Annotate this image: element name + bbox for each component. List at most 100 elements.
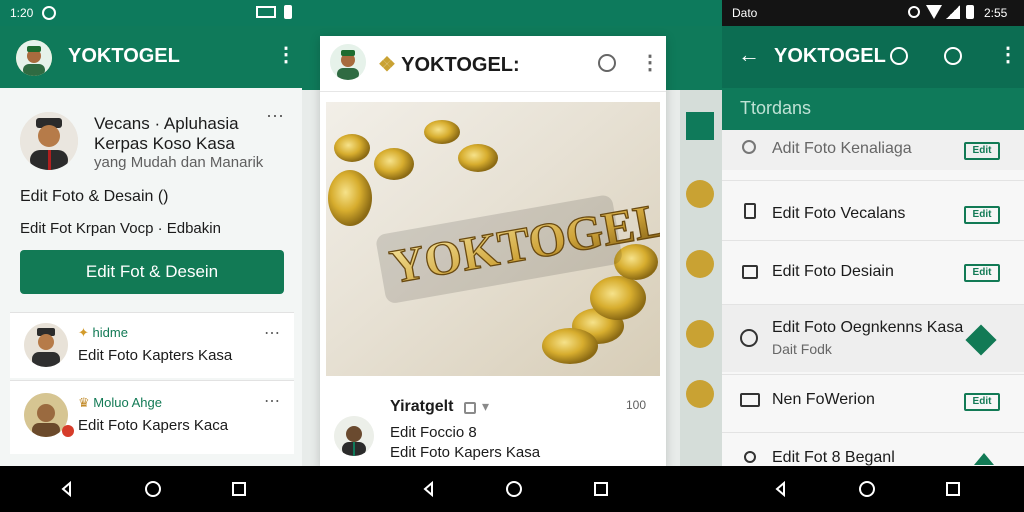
bookmark-icon <box>744 203 756 219</box>
post-count: 100 <box>626 398 647 412</box>
tag-icon[interactable] <box>965 324 997 356</box>
post-line1: Edit Foccio 8 <box>390 424 477 441</box>
sim-icon <box>284 5 292 19</box>
recents-nav-icon[interactable] <box>230 480 248 498</box>
row-label: Edit Foto Oegnkenns Kasa <box>772 319 964 336</box>
search-icon[interactable] <box>598 54 616 72</box>
edit-badge[interactable]: Edit <box>964 206 1000 224</box>
middle-screen: ❖ YOKTOGEL: ⋮ YOKTOGEL Yiratgelt ▾ 100 E… <box>302 26 722 466</box>
edit-badge[interactable]: Edit <box>964 264 1000 282</box>
signal-icon <box>946 5 960 19</box>
more-vert-icon[interactable]: ⋮ <box>998 42 1018 67</box>
verified-icon <box>464 402 476 414</box>
alarm-icon <box>908 6 920 18</box>
settings-icon <box>42 6 56 20</box>
back-nav-icon[interactable] <box>772 480 790 498</box>
back-nav-icon[interactable] <box>420 480 438 498</box>
left-screen: YOKTOGEL ⋮ Vecans · Apluhasia Kerpas Kos… <box>0 26 302 466</box>
coin-icon <box>686 250 714 278</box>
back-nav-icon[interactable] <box>58 480 76 498</box>
list-row[interactable]: Edit Fot 8 Beganl <box>722 432 1024 466</box>
chat-icon[interactable] <box>890 47 908 65</box>
status-label-right: Dato <box>732 6 758 20</box>
side-thumb <box>686 112 714 140</box>
right-app-title: YOKTOGEL <box>774 45 886 67</box>
status-dot <box>62 425 74 437</box>
chat-bubble-icon <box>740 329 758 347</box>
row-label: Edit Foto Desiain <box>772 263 894 280</box>
profile-subtitle: yang Mudah dan Manarik <box>94 154 264 171</box>
list-item-name: ✦ hidme <box>78 325 128 340</box>
post-author-avatar[interactable] <box>334 416 374 456</box>
edit-badge[interactable]: Edit <box>964 142 1000 160</box>
primary-edit-button[interactable]: Edit Fot & Desein <box>20 250 284 294</box>
profile-name-line1: Vecans · Apluhasia <box>94 114 239 133</box>
card-header: ❖ YOKTOGEL: ⋮ <box>320 36 666 92</box>
crown-icon: ♛ <box>78 395 90 410</box>
middle-app-title: ❖ YOKTOGEL: <box>378 54 520 76</box>
logo-mark-icon: ❖ <box>378 54 396 76</box>
row-label: Adit Foto Kenaliaga <box>772 140 912 157</box>
list-row[interactable]: Edit Foto Vecalans Edit <box>722 180 1024 238</box>
back-arrow-icon[interactable]: ← <box>738 42 760 68</box>
gallery-icon <box>740 393 760 407</box>
coin-icon <box>686 320 714 348</box>
list-item[interactable]: ✦ hidme Edit Foto Kapters Kasa ⋯ <box>10 312 294 378</box>
bell-icon <box>744 451 756 463</box>
battery-icon <box>256 6 276 18</box>
list-row[interactable]: Edit Foto Oegnkenns Kasa Dait Fodk <box>722 304 1024 372</box>
star-icon: ✦ <box>78 325 89 340</box>
post-line2: Edit Foto Kapers Kasa <box>390 444 541 461</box>
info-line2: Edit Fot Krpan Vocp · Edbakin <box>20 220 221 237</box>
info-line1: Edit Foto & Desain () <box>20 188 169 205</box>
wifi-icon <box>926 5 942 19</box>
system-nav-bar <box>0 466 1024 512</box>
app-bar: YOKTOGEL ⋮ <box>0 26 302 88</box>
battery-icon <box>966 5 974 19</box>
coin-icon <box>686 180 714 208</box>
home-nav-icon[interactable] <box>858 480 876 498</box>
list-row[interactable]: Adit Foto Kenaliaga Edit <box>722 130 1024 170</box>
profile-more-icon[interactable]: ⋯ <box>266 106 284 127</box>
feed-card: ❖ YOKTOGEL: ⋮ YOKTOGEL Yiratgelt ▾ 100 E… <box>320 36 666 466</box>
list-item-name: ♛ Moluo Ahge <box>78 395 162 410</box>
image-icon <box>742 265 758 279</box>
coin-icon <box>686 380 714 408</box>
row-label: Edit Fot 8 Beganl <box>772 449 895 466</box>
search-icon[interactable] <box>944 47 962 65</box>
hero-illustration: YOKTOGEL <box>328 120 660 364</box>
chevron-up-icon[interactable] <box>974 453 994 465</box>
list-more-icon[interactable]: ⋯ <box>264 323 280 343</box>
list-item-desc: Edit Foto Kapters Kasa <box>78 347 233 364</box>
post-author: Yiratgelt <box>390 398 454 415</box>
profile-avatar[interactable] <box>20 112 78 170</box>
home-nav-icon[interactable] <box>144 480 162 498</box>
list-row[interactable]: Edit Foto Desiain Edit <box>722 240 1024 302</box>
right-screen: ← YOKTOGEL ⋮ Ttordans Adit Foto Kenaliag… <box>722 26 1024 466</box>
row-sublabel: Dait Fodk <box>772 341 832 357</box>
edit-badge[interactable]: Edit <box>964 393 1000 411</box>
recents-nav-icon[interactable] <box>944 480 962 498</box>
status-time-right: 2:55 <box>984 6 1008 20</box>
list-avatar <box>24 323 68 367</box>
middle-side-panel <box>680 90 722 466</box>
list-item[interactable]: ♛ Moluo Ahge Edit Foto Kapers Kaca ⋯ <box>10 380 294 454</box>
profile-name-line2: Kerpas Koso Kasa <box>94 134 235 153</box>
list-more-icon[interactable]: ⋯ <box>264 391 280 411</box>
more-vert-icon[interactable]: ⋮ <box>640 50 660 75</box>
screenshot-frame: 1:20 Dato 2:55 YOKTOGEL ⋮ Vecans · Apluh… <box>0 0 1024 512</box>
app-logo-avatar[interactable] <box>16 40 52 76</box>
more-vert-icon[interactable]: ⋮ <box>276 42 296 67</box>
right-app-bar: ← YOKTOGEL ⋮ <box>722 26 1024 88</box>
row-label: Edit Foto Vecalans <box>772 205 906 222</box>
chevron-down-icon[interactable]: ▾ <box>482 398 489 415</box>
status-time-left: 1:20 <box>10 6 34 20</box>
tab-trending[interactable]: Ttordans <box>740 98 811 119</box>
hero-image[interactable]: YOKTOGEL <box>326 102 660 376</box>
recents-nav-icon[interactable] <box>592 480 610 498</box>
status-bar-right: Dato 2:55 <box>722 0 1024 26</box>
list-row[interactable]: Nen FoWerion Edit <box>722 374 1024 430</box>
app-title: YOKTOGEL <box>68 45 180 67</box>
home-nav-icon[interactable] <box>505 480 523 498</box>
app-logo-avatar[interactable] <box>330 44 366 80</box>
